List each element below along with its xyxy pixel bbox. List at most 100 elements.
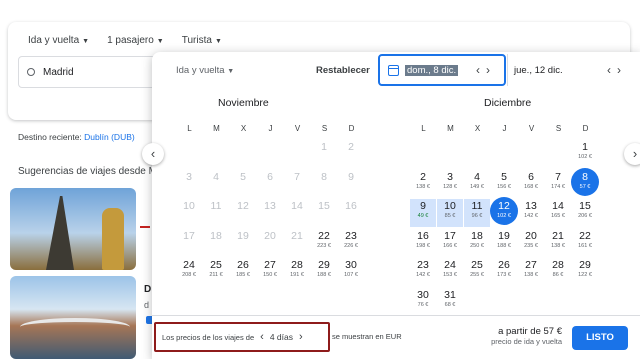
dublin-image[interactable] bbox=[10, 276, 136, 359]
day-price: 156 € bbox=[497, 183, 511, 190]
day-number: 16 bbox=[345, 200, 357, 212]
currency-note: se muestran en EUR bbox=[332, 332, 402, 341]
prev-date-icon: ‹ bbox=[607, 63, 617, 77]
day-price: 223 € bbox=[317, 242, 331, 249]
calendar-day[interactable]: 15 206 € bbox=[572, 199, 598, 227]
day-number: 17 bbox=[444, 229, 456, 242]
calendar-day[interactable]: 29 122 € bbox=[572, 258, 598, 286]
calendar-day[interactable]: 22 161 € bbox=[572, 229, 598, 257]
calendar-day[interactable]: 11 96 € bbox=[464, 199, 490, 227]
calendar-day[interactable]: 27 138 € bbox=[518, 258, 544, 286]
day-number: 13 bbox=[525, 200, 537, 212]
calendar-day[interactable]: 26 185 € bbox=[230, 258, 256, 286]
calendar-day[interactable]: 18 250 € bbox=[464, 229, 490, 257]
price-summary: a partir de 57 € precio de ida y vuelta bbox=[491, 326, 562, 346]
calendar-day[interactable]: 8 57 € bbox=[571, 167, 599, 198]
calendar-day[interactable]: 1 102 € bbox=[572, 140, 598, 168]
day-number: 27 bbox=[264, 259, 276, 271]
calendar-day[interactable]: 23 226 € bbox=[338, 229, 364, 257]
calendar-day[interactable]: 28 86 € bbox=[545, 258, 571, 286]
day-price: 211 € bbox=[209, 272, 223, 278]
day-price: 96 € bbox=[471, 213, 483, 219]
calendar-day: 17 bbox=[176, 229, 202, 257]
calendar-day[interactable]: 27 150 € bbox=[257, 258, 283, 286]
day-price: 188 € bbox=[497, 242, 511, 249]
trip-type-select[interactable]: Ida y vuelta ▼ bbox=[28, 35, 89, 46]
calendar-day[interactable]: 13 142 € bbox=[518, 199, 544, 227]
return-date-value: jue., 12 dic. bbox=[514, 64, 563, 76]
calendar-day[interactable]: 26 173 € bbox=[491, 258, 517, 286]
calendar-day[interactable]: 12 102 € bbox=[490, 197, 518, 227]
month-title-dec: Diciembre bbox=[484, 97, 532, 109]
day-number: 30 bbox=[345, 259, 357, 271]
day-number: 5 bbox=[501, 170, 507, 183]
calendar-day[interactable]: 24 208 € bbox=[176, 258, 202, 286]
day-number: 28 bbox=[552, 259, 564, 271]
day-number: 20 bbox=[264, 229, 276, 242]
day-price: 49 € bbox=[417, 213, 429, 219]
recent-destination-link[interactable]: Dublín (DUB) bbox=[84, 132, 135, 142]
calendar-day[interactable]: 31 68 € bbox=[437, 288, 463, 316]
done-button[interactable]: LISTO bbox=[572, 326, 628, 350]
day-price: 166 € bbox=[443, 242, 457, 249]
calendar-day[interactable]: 5 156 € bbox=[491, 170, 517, 198]
return-date-field[interactable]: jue., 12 dic. ‹› bbox=[507, 54, 635, 86]
calendar-day[interactable]: 24 153 € bbox=[437, 258, 463, 286]
calendar-day[interactable]: 4 149 € bbox=[464, 170, 490, 198]
calendar-day[interactable]: 3 128 € bbox=[437, 170, 463, 198]
day-price: 86 € bbox=[552, 272, 564, 278]
day-number: 1 bbox=[321, 141, 327, 153]
day-price: 57 € bbox=[579, 183, 591, 190]
day-number: 1 bbox=[582, 141, 588, 153]
calendar-day: 19 bbox=[230, 229, 256, 257]
calendar-day[interactable]: 23 142 € bbox=[410, 258, 436, 286]
calendar-day[interactable]: 14 165 € bbox=[545, 199, 571, 227]
calendar-day: 8 bbox=[311, 170, 337, 198]
scroll-left-chevron-icon[interactable]: ‹ bbox=[142, 143, 164, 165]
calendar-day: 18 bbox=[203, 229, 229, 257]
calendar-day[interactable]: 6 168 € bbox=[518, 170, 544, 198]
day-price: 102 € bbox=[578, 154, 592, 160]
day-price: 153 € bbox=[443, 272, 457, 278]
day-number: 13 bbox=[264, 200, 276, 212]
increase-duration-icon[interactable]: › bbox=[299, 331, 303, 343]
day-number: 17 bbox=[183, 229, 195, 242]
scroll-right-chevron-icon[interactable]: › bbox=[624, 143, 640, 165]
calendar-day[interactable]: 30 107 € bbox=[338, 258, 364, 286]
calendar-day[interactable]: 16 198 € bbox=[410, 229, 436, 257]
origin-value: Madrid bbox=[43, 66, 74, 78]
passengers-select[interactable]: 1 pasajero ▼ bbox=[107, 35, 164, 46]
day-number: 26 bbox=[498, 259, 510, 271]
departure-date-field[interactable]: dom., 8 dic. ‹› bbox=[378, 54, 506, 86]
day-number: 10 bbox=[183, 200, 195, 212]
calendar-day[interactable]: 9 49 € bbox=[410, 199, 436, 227]
calendar-day[interactable]: 2 138 € bbox=[410, 170, 436, 198]
departure-nav[interactable]: ‹› bbox=[476, 63, 496, 77]
reset-button[interactable]: Restablecer bbox=[316, 65, 370, 76]
calendar-day[interactable]: 28 191 € bbox=[284, 258, 310, 286]
day-price: 174 € bbox=[551, 183, 565, 190]
calendar-day[interactable]: 22 223 € bbox=[311, 229, 337, 257]
calendar-day: 21 bbox=[284, 229, 310, 257]
return-nav[interactable]: ‹› bbox=[607, 63, 627, 77]
calendar-day[interactable]: 19 188 € bbox=[491, 229, 517, 257]
day-price: 149 € bbox=[470, 183, 484, 190]
calendar-day[interactable]: 25 211 € bbox=[203, 258, 229, 286]
picker-trip-type[interactable]: Ida y vuelta ▼ bbox=[176, 65, 234, 76]
search-options: Ida y vuelta ▼ 1 pasajero ▼ Turista ▼ bbox=[28, 35, 222, 46]
calendar-day[interactable]: 30 76 € bbox=[410, 288, 436, 316]
paris-image[interactable] bbox=[10, 188, 136, 270]
origin-field[interactable]: Madrid bbox=[18, 56, 158, 88]
recent-destination: Destino reciente: Dublín (DUB) bbox=[18, 132, 135, 142]
cabin-select[interactable]: Turista ▼ bbox=[182, 35, 222, 46]
calendar-day[interactable]: 21 138 € bbox=[545, 229, 571, 257]
duration-label: Los precios de los viajes de bbox=[162, 332, 255, 342]
calendar-day[interactable]: 25 255 € bbox=[464, 258, 490, 286]
calendar-day[interactable]: 20 235 € bbox=[518, 229, 544, 257]
calendar-day[interactable]: 29 188 € bbox=[311, 258, 337, 286]
calendar-day[interactable]: 10 85 € bbox=[437, 199, 463, 227]
day-number: 18 bbox=[210, 229, 222, 242]
decrease-duration-icon[interactable]: ‹ bbox=[260, 331, 264, 343]
calendar-day[interactable]: 17 166 € bbox=[437, 229, 463, 257]
calendar-day[interactable]: 7 174 € bbox=[545, 170, 571, 198]
